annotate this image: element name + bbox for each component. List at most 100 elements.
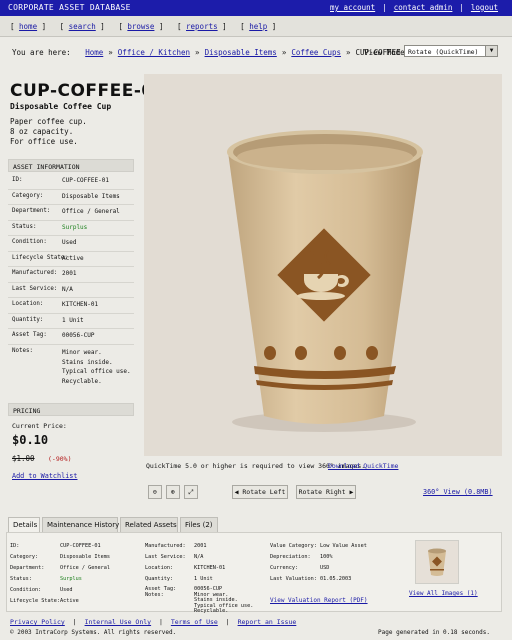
detail-value: 01.05.2003	[320, 576, 352, 582]
current-price: $0.10	[12, 433, 49, 447]
breadcrumb-disposable-items[interactable]: Disposable Items	[205, 48, 277, 57]
menu-browse[interactable]: [ browse ]	[118, 22, 163, 31]
footer-links: Privacy Policy | Internal Use Only | Ter…	[10, 618, 297, 626]
asset-subtitle: Disposable Coffee Cup	[10, 102, 112, 111]
view-mode-select[interactable]: Rotate (QuickTime) ▼	[404, 45, 498, 57]
view-all-images-link[interactable]: View All Images (1)	[409, 590, 478, 597]
cup-thumbnail-icon	[428, 548, 446, 576]
top-bar: CORPORATE ASSET DATABASE my_account | cont…	[0, 0, 512, 16]
report-issue-link[interactable]: Report an Issue	[238, 618, 297, 626]
detail-value: N/A	[194, 554, 204, 560]
asset-description: Paper coffee cup. 8 oz capacity. For off…	[10, 117, 87, 147]
chevron-down-icon: ▼	[485, 46, 497, 56]
asset-info-heading: ASSET INFORMATION	[8, 159, 134, 172]
detail-value: Used	[60, 587, 73, 593]
description-line: 8 oz capacity.	[10, 127, 74, 136]
internal-use-link[interactable]: Internal Use Only	[85, 618, 152, 626]
pricing-heading: PRICING	[8, 403, 134, 416]
detail-value: KITCHEN-01	[194, 565, 226, 571]
detail-key: Location:	[145, 565, 174, 571]
detail-key: Last Valuation:	[270, 576, 317, 582]
detail-key: Category:	[10, 554, 39, 560]
notes-line: Minor wear.	[62, 349, 102, 356]
detail-key: Condition:	[10, 587, 42, 593]
original-price: $1.00	[12, 454, 35, 463]
product-image	[144, 74, 502, 456]
notes-line: Typical office use.	[62, 368, 131, 375]
menu-help-label[interactable]: help	[249, 22, 267, 31]
breadcrumb-coffee-cups[interactable]: Coffee Cups	[291, 48, 341, 57]
tab-related-assets[interactable]: Related Assets	[120, 517, 178, 532]
status-badge: Surplus	[62, 223, 88, 231]
info-row: Lifecycle State: Active	[8, 251, 134, 267]
valuation-report-link[interactable]: View Valuation Report (PDF)	[270, 597, 368, 604]
detail-value: 2001	[194, 543, 207, 549]
detail-key: Lifecycle State:	[10, 598, 60, 604]
coffee-cup-image	[227, 130, 423, 432]
tab-files[interactable]: Files (2)	[180, 517, 218, 532]
current-price-label: Current Price:	[12, 422, 67, 430]
notes-line: Stains inside.	[62, 358, 113, 366]
rotate-left-button[interactable]: ◀ Rotate Left	[232, 485, 288, 499]
breadcrumb-prefix: You are here:	[12, 48, 71, 57]
menu-search[interactable]: [ search ]	[60, 22, 105, 31]
menu-home[interactable]: [ home ]	[10, 22, 46, 31]
notes-value: Minor wear. Stains inside. Typical offic…	[62, 348, 131, 386]
detail-status: Surplus	[60, 576, 82, 582]
info-row: Category: Disposable Items	[8, 189, 134, 205]
terms-of-use-link[interactable]: Terms of Use	[171, 618, 218, 626]
detail-key: Quantity:	[145, 576, 174, 582]
info-row: Status: Surplus	[8, 220, 134, 236]
info-row: Department: Office / General	[8, 204, 134, 221]
detail-value: Disposable Items	[60, 554, 110, 560]
breadcrumb-home[interactable]: Home	[85, 48, 103, 57]
copyright: © 2003 IntraCorp Systems. All rights res…	[10, 629, 177, 636]
menu-browse-label[interactable]: browse	[127, 22, 154, 31]
detail-key: Currency:	[270, 565, 299, 571]
discount-badge: (-90%)	[48, 455, 72, 463]
logout-link[interactable]: logout	[471, 3, 498, 12]
info-row: Condition: Used	[8, 235, 134, 252]
detail-value: Active	[60, 598, 79, 604]
notes-line: Recyclable.	[62, 377, 102, 385]
menu-reports-label[interactable]: reports	[186, 22, 218, 31]
tab-details[interactable]: Details	[8, 517, 40, 532]
menu-reports[interactable]: [ reports ]	[177, 22, 227, 31]
detail-value: CUP-COFFEE-01	[60, 543, 101, 549]
menu-home-label[interactable]: home	[19, 22, 37, 31]
info-row: Asset Tag: 00056-CUP	[8, 328, 134, 345]
description-line: Paper coffee cup.	[10, 117, 87, 126]
breadcrumb: You are here: Home» Office / Kitchen» Disp…	[12, 48, 415, 57]
detail-value: 1 Unit	[194, 576, 213, 582]
detail-key: Notes:	[145, 592, 164, 598]
app-brand: CORPORATE ASSET DATABASE	[8, 3, 131, 12]
notes-label: Notes:	[12, 348, 33, 354]
page-title: CUP-COFFEE-01	[10, 81, 167, 101]
zoom-in-icon[interactable]: ⊕	[166, 485, 180, 499]
account-links: my_account | contact_admin | logout	[330, 3, 498, 12]
zoom-out-icon[interactable]: ⊖	[148, 485, 162, 499]
info-row: ID: CUP-COFFEE-01	[8, 173, 134, 190]
product-thumbnail[interactable]	[415, 540, 459, 584]
view-360-link[interactable]: 360° View (0.8MB)	[423, 488, 493, 496]
rotate-right-button[interactable]: Rotate Right ▶	[296, 485, 356, 499]
info-row: Last Service: N/A	[8, 282, 134, 298]
add-to-watchlist-link[interactable]: Add to Watchlist	[12, 472, 77, 480]
menu-help[interactable]: [ help ]	[240, 22, 276, 31]
detail-value: Low Value Asset	[320, 543, 367, 549]
fullscreen-icon[interactable]: ⤢	[184, 485, 198, 499]
detail-key: Status:	[10, 576, 32, 582]
menu-bar: [ home ] [ search ] [ browse ] [ reports…	[0, 16, 512, 37]
tab-maintenance-history[interactable]: Maintenance History	[42, 517, 119, 532]
download-quicktime-link[interactable]: Download QuickTime	[328, 462, 398, 470]
contact-admin-link[interactable]: contact_admin	[394, 3, 453, 12]
info-row: Quantity: 1 Unit	[8, 313, 134, 329]
my-account-link[interactable]: my_account	[330, 3, 375, 12]
breadcrumb-office-kitchen[interactable]: Office / Kitchen	[118, 48, 190, 57]
privacy-policy-link[interactable]: Privacy Policy	[10, 618, 65, 626]
generation-time: Page generated in 0.18 seconds.	[378, 629, 490, 636]
detail-key: ID:	[10, 543, 20, 549]
menu-search-label[interactable]: search	[69, 22, 96, 31]
detail-value: Office / General	[60, 565, 110, 571]
detail-key: Value Category:	[270, 543, 317, 549]
